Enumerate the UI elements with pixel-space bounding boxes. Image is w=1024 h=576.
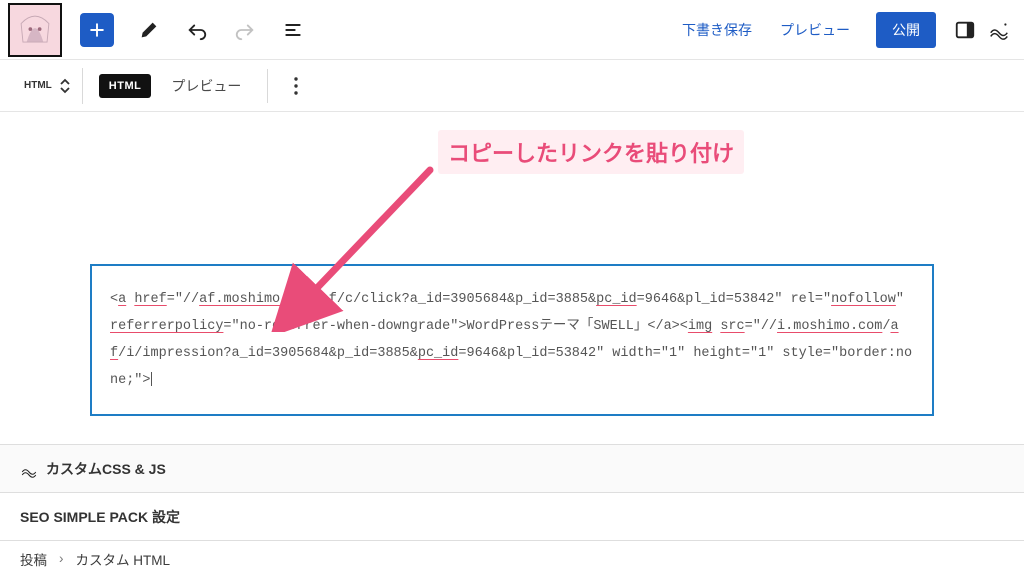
code-token: ="// bbox=[167, 292, 199, 307]
undo-icon bbox=[186, 19, 208, 41]
publish-button[interactable]: 公開 bbox=[876, 12, 936, 48]
block-mover-label: HTML bbox=[24, 80, 52, 91]
custom-css-js-panel[interactable]: カスタムCSS & JS bbox=[0, 444, 1024, 492]
code-token: ="no-referrer-when-downgrade">WordPressテ… bbox=[223, 319, 687, 334]
code-token-underlined: af.moshimo.com bbox=[199, 292, 312, 307]
settings-panel-toggle[interactable] bbox=[948, 13, 982, 47]
swell-settings-button[interactable] bbox=[982, 13, 1016, 47]
breadcrumb-current: カスタム HTML bbox=[76, 549, 171, 569]
chevron-up-icon bbox=[60, 78, 70, 86]
code-token-underlined: pc_id bbox=[418, 346, 459, 361]
undo-button[interactable] bbox=[180, 13, 214, 47]
text-caret bbox=[151, 372, 152, 386]
code-token: =9646&pl_id=53842" rel=" bbox=[637, 292, 831, 307]
kebab-icon bbox=[294, 77, 298, 95]
toolbar-separator bbox=[267, 69, 268, 103]
document-overview-button[interactable] bbox=[276, 13, 310, 47]
code-token: " bbox=[896, 292, 904, 307]
code-token-underlined: img bbox=[688, 319, 712, 334]
code-token-underlined: src bbox=[720, 319, 744, 334]
code-token: / bbox=[313, 292, 321, 307]
code-token: ="// bbox=[745, 319, 777, 334]
bottom-panels: カスタムCSS & JS SEO SIMPLE PACK 設定 投稿 › カスタ… bbox=[0, 444, 1024, 576]
annotation-callout: コピーしたリンクを貼り付け bbox=[438, 130, 744, 174]
breadcrumb-root[interactable]: 投稿 bbox=[20, 549, 47, 569]
code-token-underlined: i.moshimo.com bbox=[777, 319, 882, 334]
custom-html-textarea[interactable]: <a href="//af.moshimo.com/af/c/click?a_i… bbox=[90, 264, 934, 416]
block-mover-stepper[interactable] bbox=[60, 78, 70, 94]
block-mover[interactable]: HTML bbox=[12, 68, 83, 104]
editor-top-toolbar: 下書き保存 プレビュー 公開 bbox=[0, 0, 1024, 60]
site-thumbnail[interactable] bbox=[8, 3, 62, 57]
save-draft-button[interactable]: 下書き保存 bbox=[668, 12, 766, 48]
code-token: /c/click?a_id=3905684&p_id=3885& bbox=[337, 292, 596, 307]
code-token-underlined: nofollow bbox=[831, 292, 896, 307]
code-token-underlined: a bbox=[118, 292, 126, 307]
block-preview-tab[interactable]: プレビュー bbox=[157, 68, 255, 104]
editor-canvas: コピーしたリンクを貼り付け <a href="//af.moshimo.com/… bbox=[0, 112, 1024, 448]
code-token: < bbox=[110, 292, 118, 307]
redo-icon bbox=[234, 19, 256, 41]
swell-feather-icon bbox=[20, 460, 38, 478]
code-token: /i/impression?a_id=3905684&p_id=3885& bbox=[118, 346, 418, 361]
block-toolbar: HTML HTML プレビュー bbox=[0, 60, 1024, 112]
redo-button[interactable] bbox=[228, 13, 262, 47]
code-token-underlined: af bbox=[321, 292, 337, 307]
chevron-down-icon bbox=[60, 86, 70, 94]
pencil-icon bbox=[138, 19, 160, 41]
seo-simple-pack-label: SEO SIMPLE PACK 設定 bbox=[20, 507, 180, 527]
edit-mode-button[interactable] bbox=[132, 13, 166, 47]
code-token-underlined: pc_id bbox=[596, 292, 637, 307]
plus-icon bbox=[87, 20, 107, 40]
custom-css-js-label: カスタムCSS & JS bbox=[46, 459, 166, 479]
add-block-button[interactable] bbox=[80, 13, 114, 47]
list-view-icon bbox=[283, 20, 303, 40]
block-type-chip[interactable]: HTML bbox=[99, 74, 152, 98]
seo-simple-pack-panel[interactable]: SEO SIMPLE PACK 設定 bbox=[0, 492, 1024, 540]
preview-button[interactable]: プレビュー bbox=[766, 12, 864, 48]
swell-logo-icon bbox=[988, 19, 1010, 41]
anime-avatar-icon bbox=[10, 5, 60, 55]
block-more-options[interactable] bbox=[280, 70, 312, 102]
code-token-underlined: referrerpolicy bbox=[110, 319, 223, 334]
code-token-underlined: href bbox=[134, 292, 166, 307]
block-breadcrumb: 投稿 › カスタム HTML bbox=[0, 540, 1024, 576]
sidebar-panel-icon bbox=[954, 19, 976, 41]
breadcrumb-separator: › bbox=[59, 551, 64, 566]
